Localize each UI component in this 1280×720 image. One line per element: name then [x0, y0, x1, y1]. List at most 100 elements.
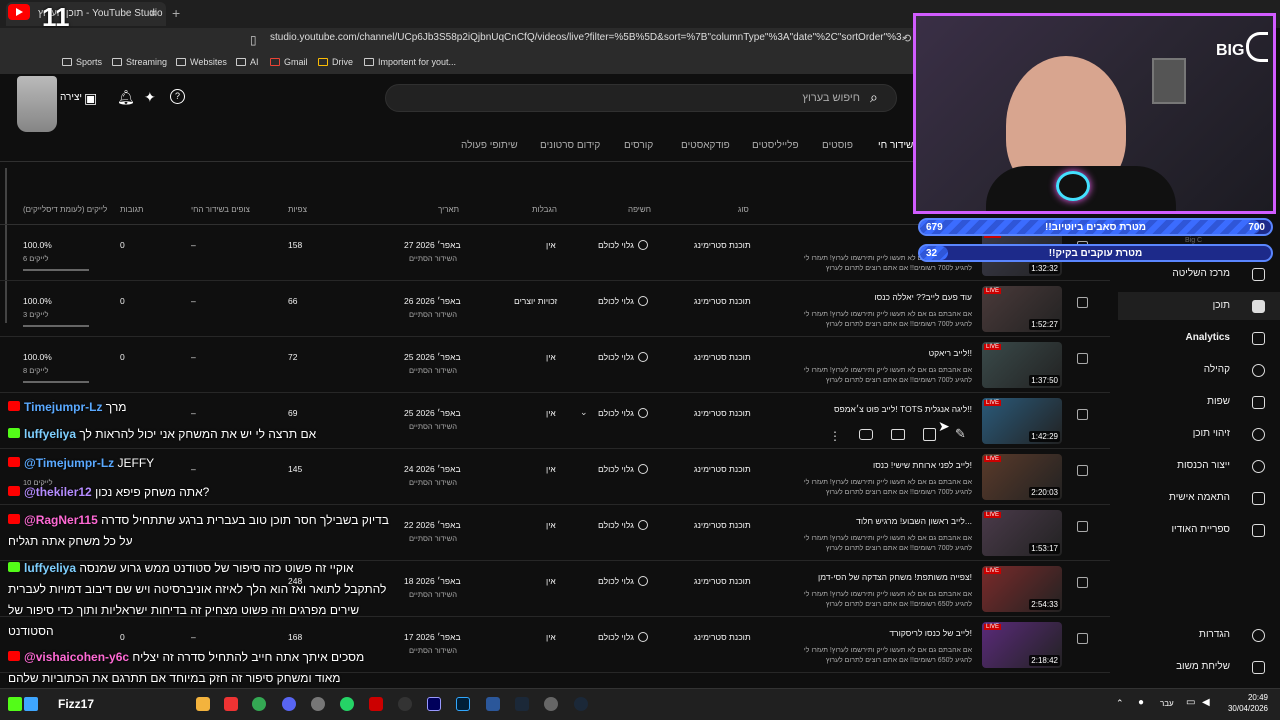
premiere-icon[interactable] [427, 697, 441, 711]
table-row[interactable]: LIVE 1:37:50 לייב ריאקט!! אם אהבתם גם אם לא… [0, 337, 1110, 393]
row-checkbox[interactable] [1077, 409, 1088, 420]
chrome-icon[interactable] [252, 697, 266, 711]
video-thumbnail[interactable]: LIVE 1:37:50 [982, 342, 1062, 388]
bookmark-sports[interactable]: Sports [62, 57, 102, 67]
sidebar-item-community[interactable]: קהילה [1204, 364, 1230, 375]
video-title[interactable]: לייב של כנסו לריסקורד! [889, 628, 972, 638]
video-visibility[interactable]: גלוי לכולם [598, 632, 648, 642]
sidebar-item-dashboard[interactable]: מרכז השליטה [1172, 268, 1230, 279]
video-visibility[interactable]: גלוי לכולם [598, 576, 648, 586]
discord-icon[interactable] [282, 697, 296, 711]
notifications-icon[interactable]: 🔔︎ [117, 89, 135, 106]
bookmark-streaming[interactable]: Streaming [112, 57, 167, 67]
table-row[interactable]: LIVE 1:52:27 עוד פעם לייב?? יאללה כנסו אם א… [0, 281, 1110, 337]
microphone-tray-icon[interactable]: ● [1138, 697, 1144, 708]
video-title[interactable]: לייב ריאקט!! [929, 348, 972, 358]
system-clock[interactable]: 20:49 30/04/2026 [1220, 692, 1268, 714]
comments-icon[interactable] [891, 429, 905, 440]
file-explorer-icon[interactable] [196, 697, 210, 711]
search-icon[interactable]: ⌕ [870, 89, 878, 106]
sidebar-item-feedback[interactable]: שליחת משוב [1176, 661, 1230, 672]
video-thumbnail[interactable]: LIVE 2:20:03 [982, 454, 1062, 500]
taskbar-app-icon[interactable] [24, 697, 38, 711]
steam-icon[interactable] [574, 697, 588, 711]
tab-playlists[interactable]: פלייליסטים [752, 140, 799, 151]
video-visibility[interactable]: גלוי לכולם [598, 352, 648, 362]
video-title[interactable]: לייב ראשון השבוע! מרגיש חלוד... [856, 516, 972, 526]
sidebar-item-content[interactable]: תוכן [1213, 300, 1230, 311]
table-row[interactable]: LIVE 2:18:42 לייב של כנסו לריסקורד! אם אהבת… [0, 617, 1110, 673]
analytics-icon[interactable] [923, 428, 936, 441]
col-live-viewers[interactable]: צופים בשידור החי [191, 205, 250, 214]
col-type[interactable]: סוג [738, 205, 749, 214]
tray-chevron-icon[interactable]: ⌃ [1116, 698, 1124, 709]
sparkle-icon[interactable]: ✦ [144, 89, 156, 106]
obs-icon[interactable] [398, 697, 412, 711]
edit-pencil-icon[interactable]: ✎ [955, 426, 966, 442]
row-checkbox[interactable] [1077, 521, 1088, 532]
row-checkbox[interactable] [1077, 577, 1088, 588]
tab-courses[interactable]: קורסים [624, 140, 653, 151]
video-visibility[interactable]: גלוי לכולם [598, 296, 648, 306]
tab-posts[interactable]: פוסטים [822, 140, 853, 151]
create-button[interactable]: יצירה [60, 92, 82, 103]
video-title[interactable]: לייב פוט צ׳אמפס! TOTS ליגה אנגלית!! [834, 404, 972, 414]
gear-taskbar-icon[interactable] [544, 697, 558, 711]
bookmark-star-icon[interactable]: ▯ [250, 33, 257, 47]
sidebar-item-settings[interactable]: הגדרות [1199, 629, 1230, 640]
video-visibility[interactable]: גלוי לכולם [598, 408, 648, 418]
col-visibility[interactable]: חשיפה [628, 205, 651, 214]
video-visibility[interactable]: גלוי לכולם [598, 520, 648, 530]
row-checkbox[interactable] [1077, 297, 1088, 308]
video-visibility[interactable]: גלוי לכולם [598, 240, 648, 250]
translate-icon[interactable]: ⟲ [902, 32, 911, 45]
app-dark-icon[interactable] [515, 697, 529, 711]
help-icon[interactable]: ? [170, 89, 185, 104]
sidebar-item-analytics[interactable]: Analytics [1186, 332, 1230, 343]
network-icon[interactable]: ▭ [1186, 697, 1195, 708]
video-thumbnail[interactable]: LIVE 2:54:33 [982, 566, 1062, 612]
whatsapp-icon[interactable] [340, 697, 354, 711]
col-comments[interactable]: תגובות [120, 205, 143, 214]
youtube-open-icon[interactable] [859, 429, 873, 440]
video-title[interactable]: עוד פעם לייב?? יאללה כנסו [874, 292, 972, 302]
tab-podcasts[interactable]: פודקאסטים [681, 140, 730, 151]
tab-live[interactable]: שידור חי [878, 140, 913, 151]
col-views[interactable]: צפיות [288, 205, 307, 214]
col-restrictions[interactable]: הגבלות [532, 205, 557, 214]
photoshop-icon[interactable] [456, 697, 470, 711]
sidebar-item-monetization[interactable]: ייצור הכנסות [1177, 460, 1230, 471]
url-field[interactable]: studio.youtube.com/channel/UCp6Jb3S58p2i… [270, 32, 905, 48]
volume-icon[interactable]: ◀ [1202, 697, 1210, 708]
kick-taskbar-icon[interactable] [8, 697, 22, 711]
bookmark-gmail[interactable]: Gmail [270, 57, 308, 67]
new-tab-icon[interactable]: + [172, 5, 180, 21]
more-options-icon[interactable]: ⋮ [829, 429, 841, 443]
video-visibility[interactable]: גלוי לכולם [598, 464, 648, 474]
tab-promotions[interactable]: קידום סרטונים [540, 140, 600, 151]
close-tab-icon[interactable]: ✕ [149, 7, 158, 20]
video-thumbnail[interactable]: LIVE 1:52:27 [982, 286, 1062, 332]
col-likes[interactable]: לייקים (לעומת דיסלייקים) [23, 205, 107, 214]
notepad-icon[interactable] [486, 697, 500, 711]
settings-taskbar-icon[interactable] [311, 697, 325, 711]
bookmark-importent[interactable]: Importent for yout... [364, 57, 456, 67]
sidebar-item-audio-library[interactable]: ספריית האודיו [1171, 524, 1230, 535]
browser-tab[interactable]: תוכן הערוץ - YouTube Studio ✕ [6, 2, 166, 26]
col-date[interactable]: תאריך [438, 205, 459, 214]
row-checkbox[interactable] [1077, 465, 1088, 476]
sidebar-item-customization[interactable]: התאמה אישית [1169, 492, 1230, 503]
video-title[interactable]: צפייה משותפת! משחק הצדקה של הסי-דמן! [818, 572, 972, 582]
app-red-icon[interactable] [224, 697, 238, 711]
row-checkbox[interactable] [1077, 633, 1088, 644]
app-dark-red-icon[interactable] [369, 697, 383, 711]
bookmark-drive[interactable]: Drive [318, 57, 353, 67]
video-title[interactable]: לייב לפני ארוחת שישי! כנסו! [873, 460, 972, 470]
video-thumbnail[interactable]: LIVE 1:42:29 [982, 398, 1062, 444]
bookmark-ai[interactable]: AI [236, 57, 259, 67]
tab-collaborations[interactable]: שיתופי פעולה [461, 140, 518, 151]
sidebar-item-languages[interactable]: שפות [1207, 396, 1230, 407]
bookmark-websites[interactable]: Websites [176, 57, 227, 67]
sidebar-item-content-id[interactable]: זיהוי תוכן [1193, 428, 1230, 439]
language-indicator[interactable]: עבר [1160, 699, 1174, 708]
